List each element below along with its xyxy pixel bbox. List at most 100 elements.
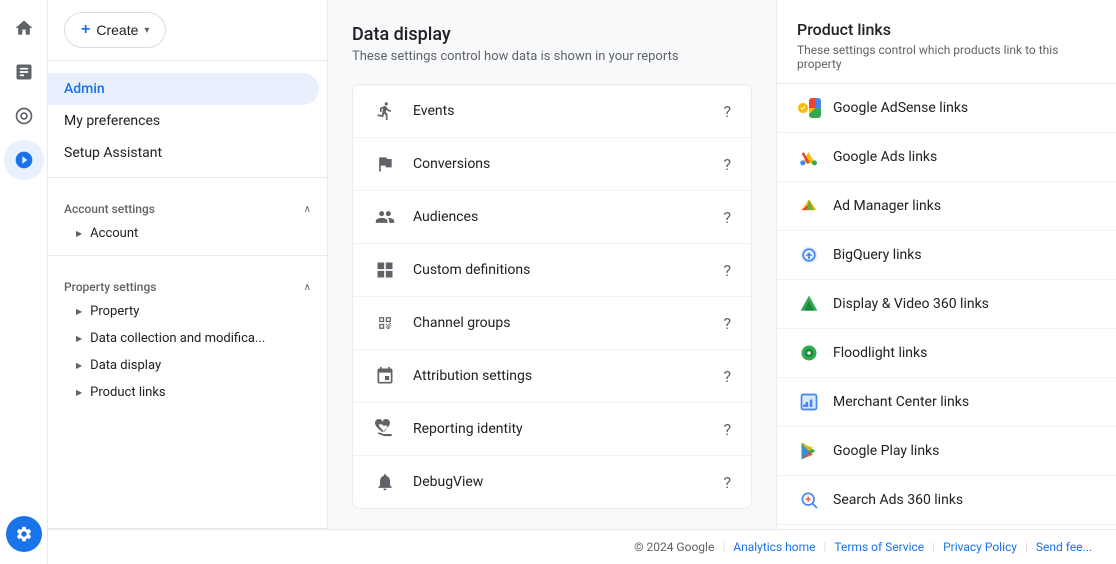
conversions-help-icon[interactable]: ? [723,155,731,174]
menu-item-conversions[interactable]: Conversions ? [353,138,751,191]
terms-of-service-link[interactable]: Terms of Service [834,540,924,554]
product-links-list: Google AdSense links Google Ads links [777,84,1116,564]
property-settings-chevron-icon[interactable]: ∧ [304,282,311,293]
menu-item-attribution-settings[interactable]: Attribution settings ? [353,350,751,403]
footer-divider-4: | [1025,540,1028,554]
google-ads-icon [797,145,821,169]
product-item-merchant-center[interactable]: Merchant Center links [777,378,1116,427]
product-item-floodlight[interactable]: Floodlight links [777,329,1116,378]
privacy-policy-link[interactable]: Privacy Policy [943,540,1017,554]
product-item-dv360[interactable]: Display & Video 360 links [777,280,1116,329]
settings-gear-button[interactable] [6,516,42,552]
product-links-header: Product links These settings control whi… [777,0,1116,84]
debugview-icon [373,470,397,494]
analytics-home-link[interactable]: Analytics home [733,540,815,554]
data-display-title: Data display [352,24,752,45]
account-settings-chevron-icon[interactable]: ∧ [304,204,311,215]
footer: © 2024 Google | Analytics home | Terms o… [48,529,1116,564]
google-play-icon [797,439,821,463]
plus-icon: + [81,21,90,39]
triangle-icon: ▶ [76,334,82,343]
product-item-ad-manager[interactable]: Ad Manager links [777,182,1116,231]
chevron-down-icon: ▾ [144,25,149,36]
floodlight-label: Floodlight links [833,345,927,361]
send-feedback-link[interactable]: Send fee... [1036,540,1092,554]
footer-divider-1: | [722,540,725,554]
account-settings-section: Account settings ∧ [48,186,327,220]
product-item-google-ads[interactable]: Google Ads links [777,133,1116,182]
property-sub-label: Property [90,304,139,319]
ad-manager-label: Ad Manager links [833,198,941,214]
custom-definitions-label: Custom definitions [413,262,707,278]
triangle-icon: ▶ [76,229,82,238]
menu-item-audiences[interactable]: Audiences ? [353,191,751,244]
sidebar-sub-item-product-links[interactable]: ▶ Product links [48,379,327,406]
floodlight-icon [797,341,821,365]
product-item-adsense[interactable]: Google AdSense links [777,84,1116,133]
account-settings-title: Account settings [64,202,155,216]
events-help-icon[interactable]: ? [723,102,731,121]
product-item-search-ads-360[interactable]: Search Ads 360 links [777,476,1116,525]
property-settings-section: Property settings ∧ [48,264,327,298]
data-collection-sub-label: Data collection and modifica... [90,331,265,346]
channel-groups-icon [373,311,397,335]
product-links-title: Product links [797,20,1096,39]
icon-nav-bottom [6,516,42,552]
bigquery-label: BigQuery links [833,247,922,263]
setup-assistant-label: Setup Assistant [64,145,162,161]
sidebar-sub-item-data-collection[interactable]: ▶ Data collection and modifica... [48,325,327,352]
sidebar-sub-item-property[interactable]: ▶ Property [48,298,327,325]
channel-groups-label: Channel groups [413,315,707,331]
adsense-icon [797,96,821,120]
attribution-settings-help-icon[interactable]: ? [723,367,731,386]
reports-nav-item[interactable] [4,52,44,92]
reporting-identity-help-icon[interactable]: ? [723,420,731,439]
channel-groups-help-icon[interactable]: ? [723,314,731,333]
google-ads-label: Google Ads links [833,149,937,165]
sidebar-sub-item-data-display[interactable]: ▶ Data display [48,352,327,379]
menu-item-events[interactable]: Events ? [353,85,751,138]
create-label: Create [96,22,138,38]
audiences-icon [373,205,397,229]
product-item-google-play[interactable]: Google Play links [777,427,1116,476]
sidebar-item-admin[interactable]: Admin [48,73,319,105]
sidebar-nav: Admin My preferences Setup Assistant Acc… [48,61,327,528]
custom-definitions-icon [373,258,397,282]
attribution-settings-label: Attribution settings [413,368,707,384]
audiences-help-icon[interactable]: ? [723,208,731,227]
advertising-nav-item[interactable] [4,140,44,180]
footer-divider-3: | [932,540,935,554]
bigquery-icon [797,243,821,267]
debugview-help-icon[interactable]: ? [723,473,731,492]
property-settings-title: Property settings [64,280,156,294]
events-icon [373,99,397,123]
sidebar-item-setup-assistant[interactable]: Setup Assistant [48,137,319,169]
merchant-center-label: Merchant Center links [833,394,969,410]
data-display-subtitle: These settings control how data is shown… [352,49,752,64]
menu-item-channel-groups[interactable]: Channel groups ? [353,297,751,350]
main-content: Data display These settings control how … [328,0,776,564]
sidebar-top: + Create ▾ [48,0,327,61]
reporting-identity-label: Reporting identity [413,421,707,437]
sidebar-sub-item-account[interactable]: ▶ Account [48,220,327,247]
explore-nav-item[interactable] [4,96,44,136]
conversions-icon [373,152,397,176]
custom-definitions-help-icon[interactable]: ? [723,261,731,280]
menu-item-custom-definitions[interactable]: Custom definitions ? [353,244,751,297]
product-item-bigquery[interactable]: BigQuery links [777,231,1116,280]
menu-item-reporting-identity[interactable]: Reporting identity ? [353,403,751,456]
events-label: Events [413,103,707,119]
search-ads-360-label: Search Ads 360 links [833,492,963,508]
product-links-subtitle: These settings control which products li… [797,43,1096,71]
home-nav-item[interactable] [4,8,44,48]
adsense-label: Google AdSense links [833,100,968,116]
data-display-menu-list: Events ? Conversions ? Audiences ? [352,84,752,509]
sidebar: + Create ▾ Admin My preferences Setup As… [48,0,328,564]
reporting-identity-icon [373,417,397,441]
create-button[interactable]: + Create ▾ [64,12,166,48]
conversions-label: Conversions [413,156,707,172]
ad-manager-icon [797,194,821,218]
menu-item-debugview[interactable]: DebugView ? [353,456,751,508]
icon-navigation [0,0,48,564]
sidebar-item-my-preferences[interactable]: My preferences [48,105,319,137]
